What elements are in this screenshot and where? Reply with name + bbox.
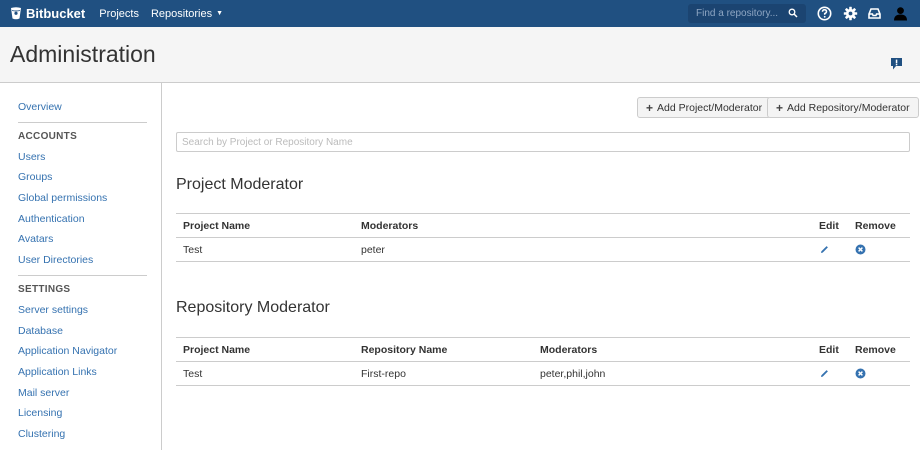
col-moderators: Moderators [354,213,812,238]
repository-search-input[interactable] [694,7,782,20]
sidebar-item-clustering[interactable]: Clustering [18,424,147,445]
cell-remove [848,237,910,262]
cell-project-name: Test [176,237,354,262]
col-remove: Remove [848,337,910,362]
sidebar-item-server-settings[interactable]: Server settings [18,300,147,321]
add-project-moderator-label: Add Project/Moderator [657,101,763,114]
cell-moderators: peter,phil,john [533,361,812,386]
project-moderator-title: Project Moderator [176,176,304,193]
table-header-row: Project Name Moderators Edit Remove [176,213,910,238]
sidebar-heading-settings: SETTINGS [18,283,71,295]
bitbucket-logo[interactable]: Bitbucket [10,6,85,21]
nav-repositories[interactable]: Repositories ▼ [151,8,223,20]
table-row: Test peter [176,237,910,262]
main-content: + Add Project/Moderator + Add Repository… [162,83,920,450]
page-header: Administration [0,27,920,83]
sidebar-item-authentication[interactable]: Authentication [18,209,147,230]
repository-moderator-table: Project Name Repository Name Moderators … [176,337,910,386]
table-row: Test First-repo peter,phil,john [176,361,910,386]
sidebar-item-groups[interactable]: Groups [18,167,147,188]
plus-icon: + [646,100,654,115]
sidebar-item-database[interactable]: Database [18,321,147,342]
add-repository-moderator-button[interactable]: + Add Repository/Moderator [767,97,919,118]
nav-repositories-label: Repositories [150,7,213,20]
cell-edit [812,361,848,386]
bitbucket-bucket-icon [11,7,21,20]
inbox-icon[interactable] [867,6,882,21]
help-icon[interactable] [817,6,832,21]
cell-repository-name: First-repo [354,361,533,386]
pencil-icon[interactable] [819,368,830,379]
col-project-name: Project Name [176,213,354,238]
cell-edit [812,237,848,262]
user-icon[interactable] [893,6,908,21]
sidebar-item-users[interactable]: Users [18,147,147,168]
repository-moderator-title: Repository Moderator [176,299,330,316]
chevron-down-icon: ▼ [216,10,224,17]
sidebar-item-application-links[interactable]: Application Links [18,362,147,383]
moderator-filter-input[interactable] [176,132,910,152]
search-icon[interactable] [788,8,798,18]
pencil-icon[interactable] [819,244,830,255]
remove-icon[interactable] [855,368,866,379]
cell-project-name: Test [176,361,354,386]
nav-projects[interactable]: Projects [99,8,139,20]
sidebar-item-application-navigator[interactable]: Application Navigator [18,341,147,362]
nav-projects-label: Projects [99,7,139,20]
sidebar-item-avatars[interactable]: Avatars [18,229,147,250]
project-moderator-table: Project Name Moderators Edit Remove Test… [176,213,910,262]
sidebar-item-overview[interactable]: Overview [18,97,147,118]
sidebar-item-mail-server[interactable]: Mail server [18,383,147,404]
top-nav-bar: Bitbucket Projects Repositories ▼ [0,0,920,27]
remove-icon[interactable] [855,244,866,255]
add-repository-moderator-label: Add Repository/Moderator [787,101,910,114]
brand-name: Bitbucket [26,6,86,21]
feedback-icon[interactable] [891,58,902,70]
add-project-moderator-button[interactable]: + Add Project/Moderator [637,97,772,118]
sidebar-item-user-directories[interactable]: User Directories [18,250,147,271]
table-header-row: Project Name Repository Name Moderators … [176,337,910,362]
col-edit: Edit [812,337,848,362]
col-repository-name: Repository Name [354,337,533,362]
settings-icon[interactable] [843,6,858,21]
sidebar-divider [18,121,147,123]
page-title: Administration [10,41,156,67]
col-moderators: Moderators [533,337,812,362]
sidebar-item-licensing[interactable]: Licensing [18,403,147,424]
repository-search [688,4,806,23]
sidebar-heading-accounts: ACCOUNTS [18,130,78,142]
sidebar-divider [18,274,147,276]
cell-moderators: peter [354,237,812,262]
plus-icon: + [776,100,784,115]
sidebar-item-global-permissions[interactable]: Global permissions [18,188,147,209]
col-edit: Edit [812,213,848,238]
col-project-name: Project Name [176,337,354,362]
admin-sidebar: Overview ACCOUNTS Users Groups Global pe… [0,83,162,450]
col-remove: Remove [848,213,910,238]
cell-remove [848,361,910,386]
